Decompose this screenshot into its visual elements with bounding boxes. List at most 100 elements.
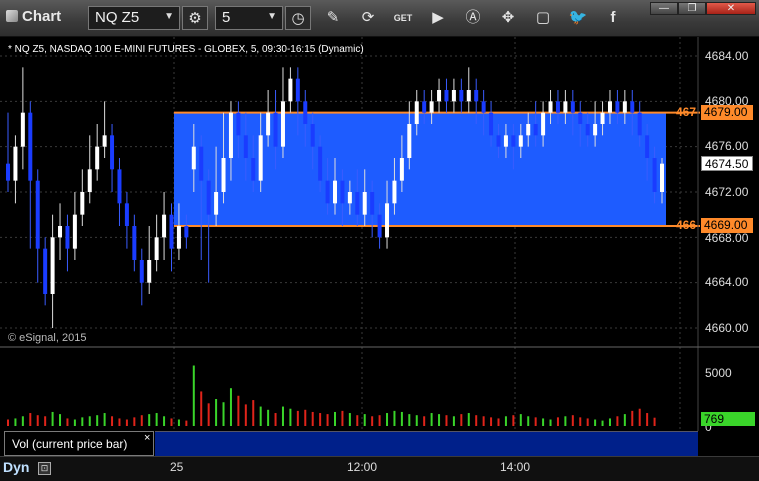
volume-bar [594, 419, 597, 426]
price-tick: 4672.00 [705, 185, 749, 199]
symbol-input[interactable]: NQ Z5 ▼ [88, 6, 180, 30]
clock-settings-icon[interactable]: ⚙ [182, 6, 208, 30]
volume-bar [356, 415, 359, 426]
volume-bar [512, 415, 515, 426]
volume-bar [170, 418, 173, 426]
candle-body [414, 101, 419, 124]
candle [162, 192, 167, 260]
dynamic-label[interactable]: Dyn [3, 459, 29, 475]
toolbar: Chart NQ Z5 ▼ ⚙ 5 ▼ ◷ ✎ ⟳ GET ▶ Ⓐ ✥ ▢ 🐦 … [0, 0, 759, 37]
chart-header: * NQ Z5, NASDAQ 100 E-MINI FUTURES - GLO… [8, 44, 364, 55]
candle [102, 101, 107, 158]
play-icon[interactable]: ▶ [425, 6, 451, 30]
volume-bar [549, 419, 552, 426]
volume-footer-band [155, 431, 698, 456]
candle-body [347, 192, 352, 204]
refresh-icon[interactable]: ⟳ [355, 6, 381, 30]
candle-body [303, 101, 308, 124]
volume-bar [311, 411, 314, 426]
interval-dropdown-icon[interactable]: ▼ [267, 11, 277, 22]
candle-body [176, 226, 181, 249]
volume-bar [393, 410, 396, 426]
app-title-text: Chart [22, 8, 62, 25]
candle-body [310, 124, 315, 147]
restore-button[interactable]: ❐ [678, 2, 706, 15]
candle-body [184, 226, 189, 238]
candle-body [266, 112, 271, 136]
candle-body [652, 158, 657, 192]
volume-bar [430, 413, 433, 426]
volume-bar [445, 415, 448, 426]
candle [65, 214, 70, 272]
volume-bar [207, 403, 210, 426]
candle-body [370, 192, 375, 215]
candle-body [20, 112, 25, 147]
candle-body [13, 146, 18, 181]
volume-bar [81, 417, 84, 426]
candle [139, 248, 144, 306]
candle-body [555, 101, 560, 113]
volume-bar [452, 416, 455, 426]
get-icon[interactable]: GET [390, 6, 416, 30]
volume-bars [7, 365, 656, 426]
volume-study-label[interactable]: Vol (current price bar) [4, 431, 154, 456]
volume-bar [237, 395, 240, 426]
symbol-value: NQ Z5 [95, 9, 140, 26]
candle-body [489, 112, 494, 136]
candle-body [95, 146, 100, 170]
price-tick: 4676.00 [705, 139, 749, 153]
symbol-dropdown-icon[interactable]: ▼ [164, 11, 174, 22]
candle-body [622, 101, 627, 113]
volume-bar [408, 414, 411, 426]
candle-body [407, 124, 412, 158]
candle [117, 158, 122, 226]
candle [58, 203, 63, 260]
copyright: © eSignal, 2015 [8, 332, 87, 344]
price-tick: 4664.00 [705, 275, 749, 289]
candle-body [437, 90, 442, 102]
facebook-icon[interactable]: f [600, 6, 626, 30]
volume-bar [534, 417, 537, 426]
candle-body [214, 192, 219, 215]
candle-body [65, 226, 70, 249]
minimize-button[interactable]: — [650, 2, 678, 15]
time-tick: 12:00 [347, 460, 378, 474]
alert-icon[interactable]: Ⓐ [460, 6, 486, 30]
candle-body [132, 226, 137, 260]
candle-body [518, 135, 523, 147]
volume-bar [319, 413, 322, 426]
candle-body [169, 214, 174, 249]
volume-close-icon[interactable]: × [144, 432, 150, 444]
candle-body [28, 112, 33, 181]
lock-icon[interactable]: ⊡ [38, 462, 51, 475]
price-chart[interactable] [0, 37, 759, 456]
volume-bar [289, 408, 292, 426]
pencil-icon[interactable]: ✎ [320, 6, 346, 30]
volume-bar [88, 416, 91, 426]
link-icon[interactable]: ✥ [495, 6, 521, 30]
interval-input[interactable]: 5 ▼ [215, 6, 283, 30]
candle [13, 135, 18, 204]
volume-bar [579, 417, 582, 426]
app-title: Chart [6, 8, 61, 25]
chat-icon[interactable]: ▢ [530, 6, 556, 30]
price-zone [174, 112, 666, 226]
volume-bar [653, 417, 656, 426]
candle-body [340, 180, 345, 204]
twitter-icon[interactable]: 🐦 [565, 6, 591, 30]
volume-tick: 5000 [705, 366, 732, 380]
price-tick: 4660.00 [705, 321, 749, 335]
candle [35, 169, 40, 283]
candle [437, 78, 442, 113]
close-button[interactable]: ✕ [706, 2, 756, 15]
candle-body [110, 135, 115, 170]
candle [466, 67, 471, 113]
volume-bar [274, 413, 277, 426]
candle [124, 192, 129, 249]
volume-bar [348, 413, 351, 426]
candle-body [533, 124, 538, 136]
candle-body [333, 180, 337, 204]
candle-body [199, 146, 204, 181]
candle-body [615, 101, 620, 113]
interval-clock-icon[interactable]: ◷ [285, 6, 311, 30]
